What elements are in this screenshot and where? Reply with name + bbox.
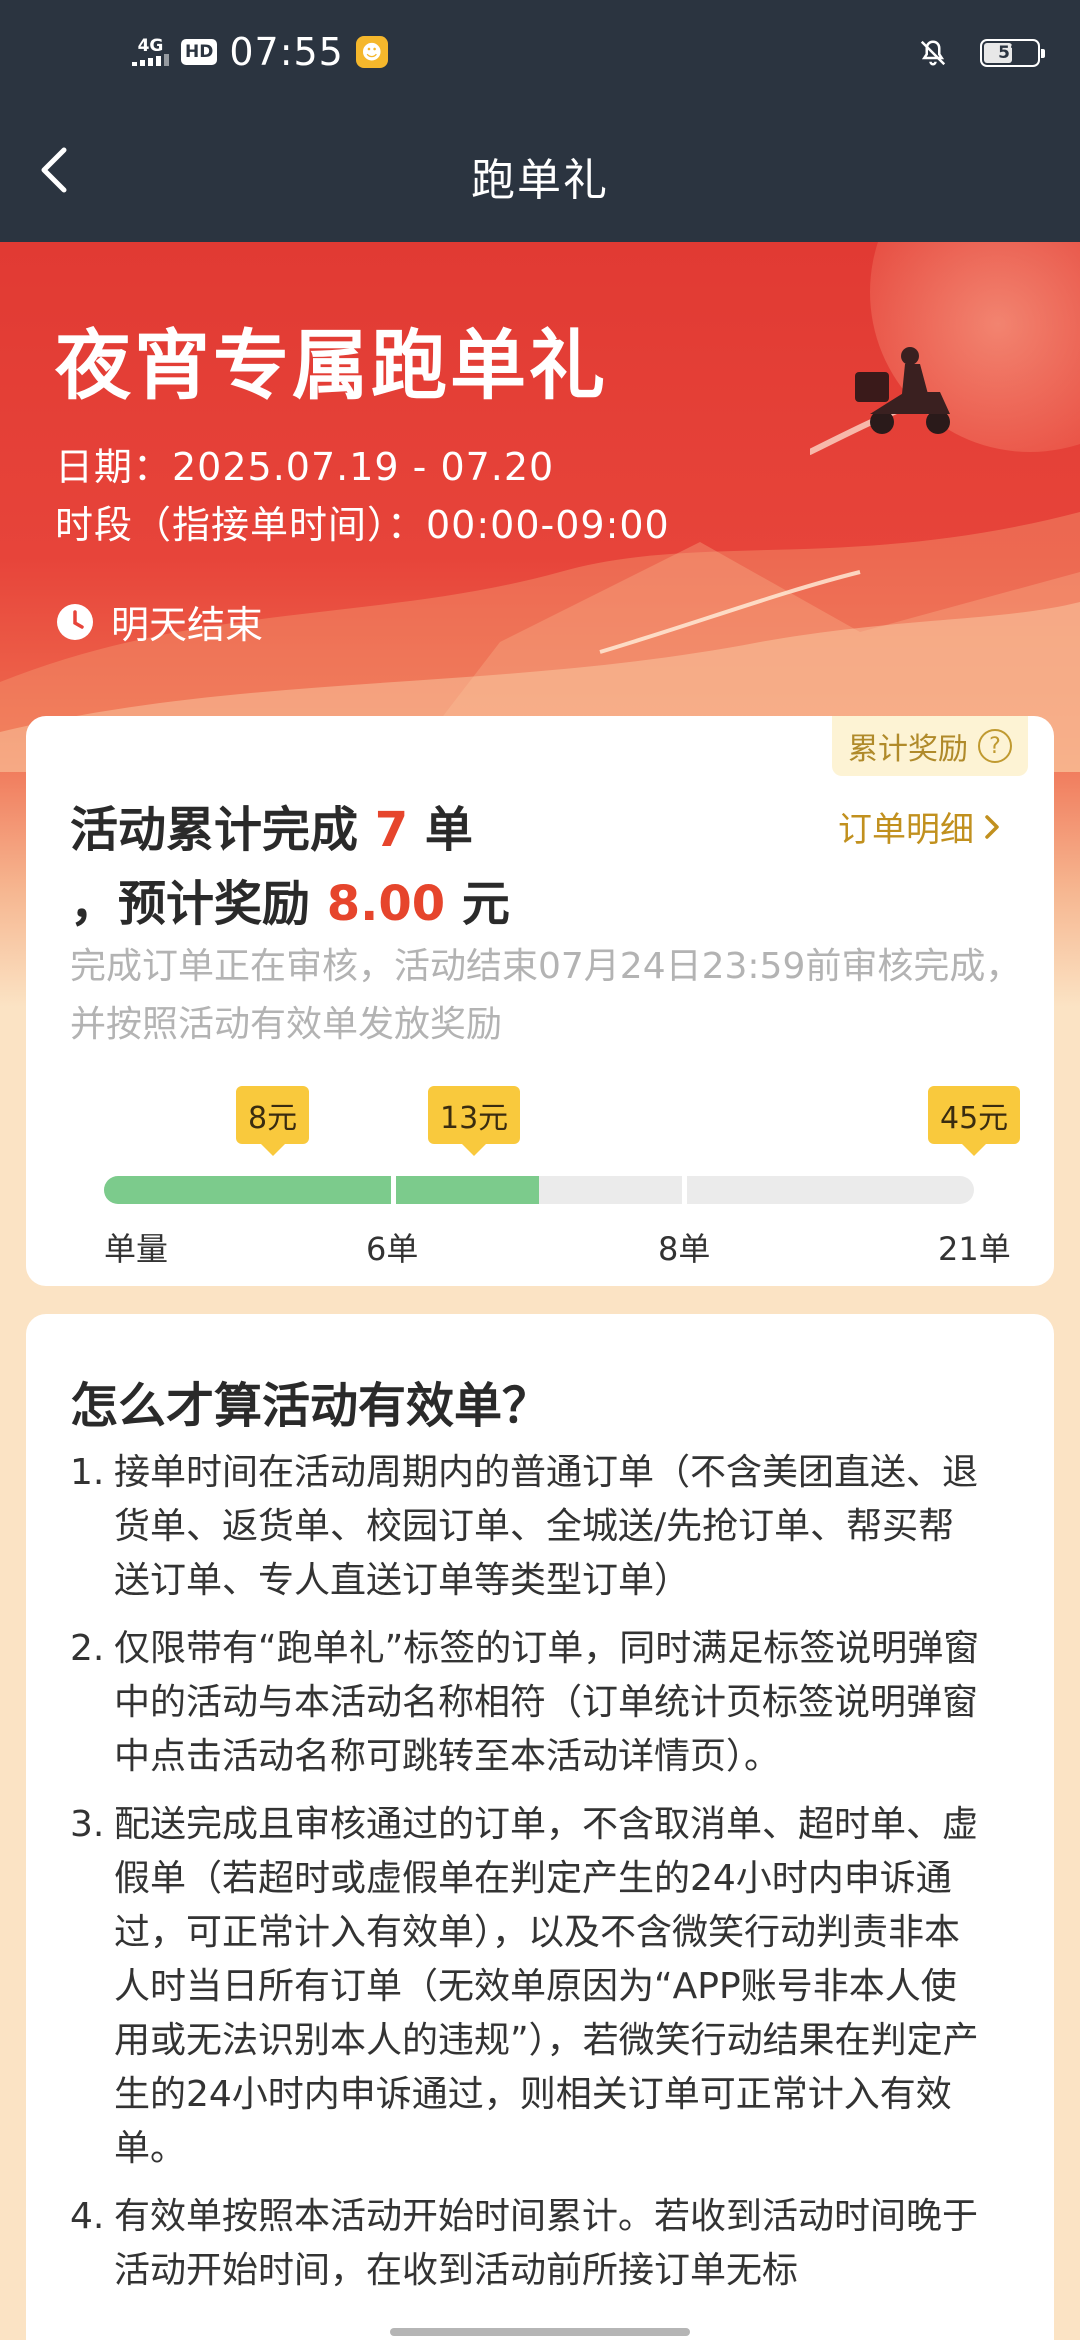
activity-date: 日期：2025.07.19 - 07.20	[55, 445, 555, 489]
status-bar: 4G HD 07:55 ☻ 57	[0, 0, 1080, 100]
page: 4G HD 07:55 ☻ 57 跑单礼 夜宵专属跑单礼 日期：2025.07.…	[0, 0, 1080, 2340]
network-type: 4G	[137, 36, 164, 56]
summary-prefix: 活动累计完成	[70, 802, 359, 858]
app-notification-icon: ☻	[355, 36, 388, 68]
delivery-rider-icon	[810, 347, 950, 455]
list-item: 1. 接单时间在活动周期内的普通订单（不含美团直送、退货单、返货单、校园订单、全…	[70, 1446, 990, 1608]
reward-prefix: ，预计奖励	[70, 876, 311, 932]
list-item: 3. 配送完成且审核通过的订单，不含取消单、超时单、虚假单（若超时或虚假单在判定…	[70, 1798, 990, 2176]
hd-icon: HD	[181, 39, 218, 65]
rule-text: 仅限带有“跑单礼”标签的订单，同时满足标签说明弹窗中的活动与本活动名称相符（订单…	[114, 1628, 980, 1777]
milestone-reward-tag: 45元	[928, 1086, 1021, 1156]
rule-number: 2.	[70, 1628, 105, 1669]
chevron-right-icon	[985, 814, 999, 839]
order-detail-link[interactable]: 订单明细	[838, 802, 1002, 851]
rule-number: 1.	[70, 1452, 105, 1493]
rules-title: 怎么才算活动有效单？	[70, 1378, 551, 1434]
activity-period: 时段（指接单时间）：00:00-09:00	[55, 503, 670, 547]
activity-title: 夜宵专属跑单礼	[55, 321, 608, 410]
list-item: 4. 有效单按照本活动开始时间累计。若收到活动时间晚于活动开始时间，在收到活动前…	[70, 2190, 990, 2298]
rule-text: 有效单按照本活动开始时间累计。若收到活动时间晚于活动开始时间，在收到活动前所接订…	[114, 2196, 979, 2291]
completed-summary: 活动累计完成 7 单	[70, 790, 473, 860]
cumulative-reward-tag[interactable]: 累计奖励 ?	[832, 716, 1028, 776]
reward-summary: ，预计奖励 8.00 元	[70, 864, 510, 934]
progress-divider	[391, 1176, 396, 1204]
nav-bar: 跑单礼	[0, 100, 1080, 242]
clock-icon	[57, 603, 93, 640]
page-title: 跑单礼	[471, 155, 609, 206]
progress-fill	[104, 1176, 539, 1204]
list-item: 2. 仅限带有“跑单礼”标签的订单，同时满足标签说明弹窗中的活动与本活动名称相符…	[70, 1622, 990, 1784]
help-icon[interactable]: ?	[978, 729, 1012, 763]
end-text: 明天结束	[111, 603, 264, 647]
end-countdown: 明天结束	[55, 594, 263, 649]
battery-level: 57	[998, 43, 1022, 63]
rule-text: 配送完成且审核通过的订单，不含取消单、超时单、虚假单（若超时或虚假单在判定产生的…	[114, 1804, 979, 2169]
milestone-reward-tag: 13元	[428, 1086, 521, 1156]
bell-off-icon	[920, 40, 946, 66]
rule-text: 接单时间在活动周期内的普通订单（不含美团直送、退货单、返货单、校园订单、全城送/…	[114, 1452, 979, 1601]
progress-divider	[682, 1176, 687, 1204]
reward-unit: 元	[461, 876, 510, 932]
axis-label-quantity: 单量	[104, 1230, 169, 1268]
count-unit: 单	[424, 802, 473, 858]
status-time: 07:55	[229, 30, 344, 74]
review-note: 完成订单正在审核，活动结束07月24日23:59前审核完成，并按照活动有效单发放…	[70, 946, 1022, 1045]
milestone-reward-tag: 8元	[236, 1086, 310, 1156]
home-indicator[interactable]	[390, 2328, 690, 2336]
reward-amount: 8.00	[326, 876, 446, 932]
order-detail-label: 订单明细	[838, 810, 974, 850]
axis-label-milestone: 6单	[366, 1230, 419, 1268]
rule-number: 3.	[70, 1804, 105, 1845]
rules-card: 怎么才算活动有效单？ 1. 接单时间在活动周期内的普通订单（不含美团直送、退货单…	[26, 1314, 1054, 2340]
status-left: 4G HD 07:55 ☻	[132, 30, 388, 74]
rules-list: 1. 接单时间在活动周期内的普通订单（不含美团直送、退货单、返货单、校园订单、全…	[70, 1446, 990, 2312]
battery-icon: 57	[980, 39, 1045, 67]
status-right: 57	[918, 38, 1045, 68]
rule-number: 4.	[70, 2196, 105, 2237]
progress-card: 累计奖励 ? 活动累计完成 7 单 ，预计奖励 8.00 元 订单明细 完成订单…	[26, 716, 1054, 1286]
completed-count: 7	[374, 802, 409, 858]
axis-label-milestone: 8单	[658, 1230, 711, 1268]
progress-track	[104, 1176, 974, 1204]
reward-tag-label: 累计奖励	[848, 732, 968, 767]
axis-label-milestone: 21单	[938, 1230, 1011, 1268]
network-indicator: 4G	[132, 38, 169, 66]
signal-icon	[132, 54, 169, 66]
